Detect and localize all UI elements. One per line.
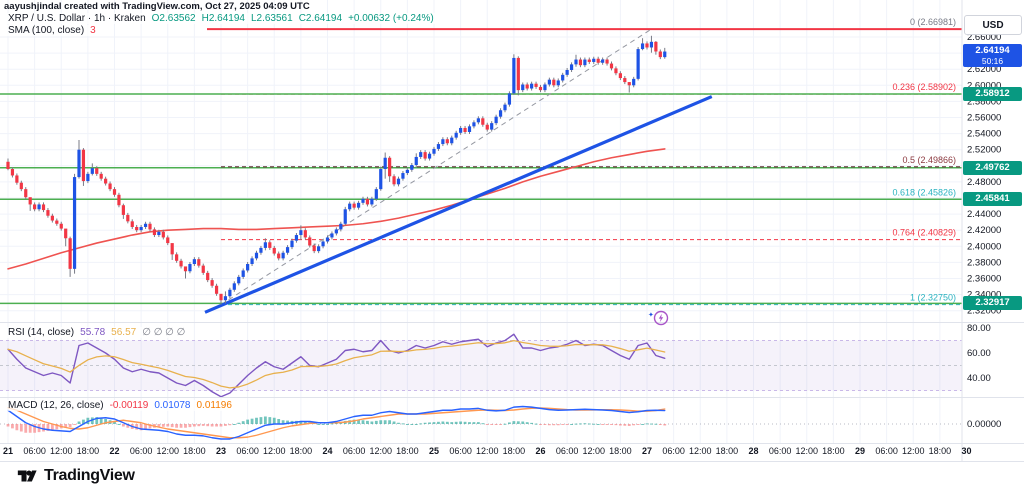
lightning-marker-icon[interactable]: ✦ [648,308,670,333]
svg-text:18:00: 18:00 [609,446,632,456]
change-value: +0.00632 (+0.24%) [348,13,434,24]
svg-text:06:00: 06:00 [23,446,46,456]
svg-text:2.58000: 2.58000 [967,96,1001,107]
svg-text:0 (2.66981): 0 (2.66981) [910,17,956,27]
svg-text:26: 26 [535,446,545,456]
svg-text:06:00: 06:00 [662,446,685,456]
svg-text:18:00: 18:00 [183,446,206,456]
svg-text:12:00: 12:00 [689,446,712,456]
svg-text:2.32000: 2.32000 [967,306,1001,317]
svg-text:2.62000: 2.62000 [967,64,1001,75]
rsi-label[interactable]: RSI (14, close) [8,327,74,338]
svg-text:2.54000: 2.54000 [967,129,1001,140]
rsi-legend[interactable]: RSI (14, close) 55.78 56.57 ∅ ∅ ∅ ∅ [5,327,188,338]
svg-text:0.236 (2.58902): 0.236 (2.58902) [892,82,956,92]
svg-text:06:00: 06:00 [875,446,898,456]
svg-text:21: 21 [3,446,13,456]
low-value: L2.63561 [251,13,293,24]
svg-text:2.36000: 2.36000 [967,274,1001,285]
macd-signal-value: 0.01196 [197,400,232,411]
svg-text:60.00: 60.00 [967,348,991,359]
macd-value: 0.01078 [154,400,190,411]
svg-text:12:00: 12:00 [902,446,925,456]
close-value: C2.64194 [299,13,342,24]
svg-text:2.40000: 2.40000 [967,241,1001,252]
svg-text:12:00: 12:00 [369,446,392,456]
sma-legend[interactable]: SMA (100, close) 3 [5,25,99,36]
svg-text:2.38000: 2.38000 [967,257,1001,268]
svg-text:18:00: 18:00 [77,446,100,456]
rsi-value: 55.78 [80,327,105,338]
svg-text:12:00: 12:00 [50,446,73,456]
svg-text:1 (2.32750): 1 (2.32750) [910,293,956,303]
svg-text:06:00: 06:00 [236,446,259,456]
svg-text:27: 27 [642,446,652,456]
svg-text:18:00: 18:00 [929,446,952,456]
svg-text:2.42000: 2.42000 [967,225,1001,236]
svg-text:✦: ✦ [648,311,654,319]
svg-text:29: 29 [855,446,865,456]
macd-hist-value: -0.00119 [110,400,149,411]
svg-text:30: 30 [961,446,971,456]
svg-text:80.00: 80.00 [967,323,991,334]
svg-text:22: 22 [109,446,119,456]
svg-text:2.48000: 2.48000 [967,177,1001,188]
high-value: H2.64194 [202,13,245,24]
svg-text:2.52000: 2.52000 [967,145,1001,156]
svg-text:06:00: 06:00 [556,446,579,456]
svg-text:06:00: 06:00 [343,446,366,456]
svg-text:18:00: 18:00 [290,446,313,456]
symbol-legend[interactable]: XRP / U.S. Dollar · 1h · Kraken O2.63562… [5,13,437,24]
svg-text:06:00: 06:00 [449,446,472,456]
tradingview-logo[interactable]: TradingView [16,465,135,487]
svg-text:18:00: 18:00 [503,446,526,456]
svg-text:0.5 (2.49866): 0.5 (2.49866) [902,155,956,165]
svg-text:12:00: 12:00 [795,446,818,456]
svg-text:18:00: 18:00 [716,446,739,456]
macd-legend[interactable]: MACD (12, 26, close) -0.00119 0.01078 0.… [5,400,235,411]
svg-text:12:00: 12:00 [156,446,179,456]
svg-text:40.00: 40.00 [967,373,991,384]
svg-text:0.618 (2.45826): 0.618 (2.45826) [892,187,956,197]
svg-text:2.60000: 2.60000 [967,80,1001,91]
currency-toggle-button[interactable]: USD [964,15,1022,35]
svg-text:2.56000: 2.56000 [967,113,1001,124]
svg-text:24: 24 [322,446,332,456]
svg-text:12:00: 12:00 [476,446,499,456]
svg-text:18:00: 18:00 [396,446,419,456]
symbol-title[interactable]: XRP / U.S. Dollar · 1h · Kraken [8,13,146,24]
svg-text:23: 23 [216,446,226,456]
svg-text:06:00: 06:00 [130,446,153,456]
watermark: aayushjindal created with TradingView.co… [4,1,310,12]
sma-label[interactable]: SMA (100, close) [8,25,84,36]
tradingview-chart-window: 0 (2.66981) 0.236 (2.58902) 0.5 (2.49866) 0… [0,0,1024,493]
sma-value: 3 [90,25,96,36]
svg-text:2.34000: 2.34000 [967,290,1001,301]
svg-text:25: 25 [429,446,439,456]
tradingview-logo-text: TradingView [44,467,135,485]
rsi-empty-values: ∅ ∅ ∅ ∅ [142,327,185,338]
svg-text:28: 28 [748,446,758,456]
svg-text:0.00000: 0.00000 [967,419,1001,430]
svg-text:12:00: 12:00 [263,446,286,456]
svg-text:0.764 (2.40829): 0.764 (2.40829) [892,228,956,238]
svg-text:2.44000: 2.44000 [967,209,1001,220]
open-value: O2.63562 [152,13,196,24]
chart-canvas[interactable]: 0 (2.66981) 0.236 (2.58902) 0.5 (2.49866) 0… [0,0,1024,493]
tradingview-mark-icon [16,465,38,487]
svg-text:18:00: 18:00 [822,446,845,456]
macd-label[interactable]: MACD (12, 26, close) [8,400,104,411]
svg-text:06:00: 06:00 [769,446,792,456]
svg-text:12:00: 12:00 [582,446,605,456]
rsi-ma-value: 56.57 [111,327,136,338]
